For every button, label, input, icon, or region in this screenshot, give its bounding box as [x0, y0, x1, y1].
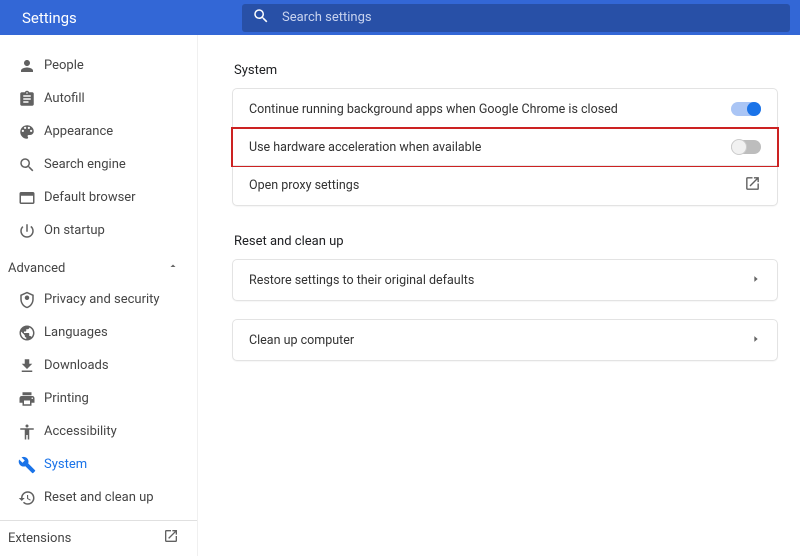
sidebar-item-extensions[interactable]: Extensions — [0, 527, 197, 550]
sidebar-item-label: Autofill — [44, 91, 85, 106]
search-icon — [18, 156, 44, 174]
sidebar-item-label: System — [44, 457, 87, 472]
section-title-reset: Reset and clean up — [234, 234, 778, 249]
clipboard-icon — [18, 90, 44, 108]
open-external-icon — [744, 175, 761, 196]
chevron-right-icon — [751, 333, 761, 348]
sidebar-item-label: Languages — [44, 325, 108, 340]
person-icon — [18, 57, 44, 75]
chevron-right-icon — [751, 273, 761, 288]
chevron-up-icon — [167, 260, 179, 276]
row-label: Restore settings to their original defau… — [249, 273, 474, 288]
cleanup-card: Clean up computer — [232, 319, 778, 361]
print-icon — [18, 390, 44, 408]
restore-icon — [18, 489, 44, 507]
open-external-icon — [163, 528, 179, 548]
divider — [0, 520, 197, 521]
row-cleanup-computer[interactable]: Clean up computer — [233, 320, 777, 360]
reset-card: Restore settings to their original defau… — [232, 259, 778, 301]
row-label: Open proxy settings — [249, 178, 359, 193]
browser-icon — [18, 189, 44, 207]
row-label: Use hardware acceleration when available — [249, 140, 481, 155]
sidebar-item-system[interactable]: System — [0, 448, 197, 481]
sidebar-item-label: Reset and clean up — [44, 490, 154, 505]
sidebar-item-privacy[interactable]: Privacy and security — [0, 283, 197, 316]
sidebar-item-people[interactable]: People — [0, 49, 197, 82]
row-proxy-settings[interactable]: Open proxy settings — [233, 165, 777, 205]
shield-icon — [18, 291, 44, 309]
sidebar-item-label: On startup — [44, 223, 105, 238]
sidebar-item-languages[interactable]: Languages — [0, 316, 197, 349]
sidebar-item-label: Printing — [44, 391, 89, 406]
search-box[interactable] — [242, 4, 790, 32]
wrench-icon — [18, 456, 44, 474]
power-icon — [18, 222, 44, 240]
sidebar-item-label: People — [44, 58, 84, 73]
header: Settings — [0, 0, 800, 35]
sidebar-item-label: Search engine — [44, 157, 126, 172]
accessibility-icon — [18, 423, 44, 441]
search-area — [232, 0, 800, 35]
main-content: System Continue running background apps … — [198, 35, 800, 556]
sidebar-item-appearance[interactable]: Appearance — [0, 115, 197, 148]
extensions-label: Extensions — [8, 531, 71, 546]
search-icon — [252, 7, 282, 29]
row-label: Clean up computer — [249, 333, 354, 348]
row-label: Continue running background apps when Go… — [249, 102, 618, 117]
settings-title-area: Settings — [0, 0, 232, 35]
settings-title: Settings — [22, 9, 77, 27]
palette-icon — [18, 123, 44, 141]
sidebar: People Autofill Appearance Search engine… — [0, 35, 198, 556]
sidebar-item-label: Accessibility — [44, 424, 117, 439]
sidebar-item-default-browser[interactable]: Default browser — [0, 181, 197, 214]
sidebar-item-reset[interactable]: Reset and clean up — [0, 481, 197, 514]
advanced-label: Advanced — [8, 261, 65, 276]
sidebar-item-downloads[interactable]: Downloads — [0, 349, 197, 382]
sidebar-item-search-engine[interactable]: Search engine — [0, 148, 197, 181]
search-input[interactable] — [282, 10, 780, 25]
row-restore-defaults[interactable]: Restore settings to their original defau… — [233, 260, 777, 300]
sidebar-item-accessibility[interactable]: Accessibility — [0, 415, 197, 448]
sidebar-item-label: Appearance — [44, 124, 113, 139]
sidebar-item-autofill[interactable]: Autofill — [0, 82, 197, 115]
sidebar-advanced-toggle[interactable]: Advanced — [0, 253, 197, 283]
row-background-apps[interactable]: Continue running background apps when Go… — [233, 89, 777, 129]
sidebar-item-label: Privacy and security — [44, 292, 160, 307]
row-hardware-acceleration[interactable]: Use hardware acceleration when available — [231, 127, 779, 167]
globe-icon — [18, 324, 44, 342]
download-icon — [18, 357, 44, 375]
system-card: Continue running background apps when Go… — [232, 88, 778, 206]
sidebar-item-label: Default browser — [44, 190, 136, 205]
toggle-background-apps[interactable] — [731, 102, 761, 116]
toggle-hardware-acceleration[interactable] — [731, 140, 761, 154]
sidebar-item-label: Downloads — [44, 358, 109, 373]
sidebar-item-on-startup[interactable]: On startup — [0, 214, 197, 247]
sidebar-item-printing[interactable]: Printing — [0, 382, 197, 415]
section-title-system: System — [234, 63, 778, 78]
